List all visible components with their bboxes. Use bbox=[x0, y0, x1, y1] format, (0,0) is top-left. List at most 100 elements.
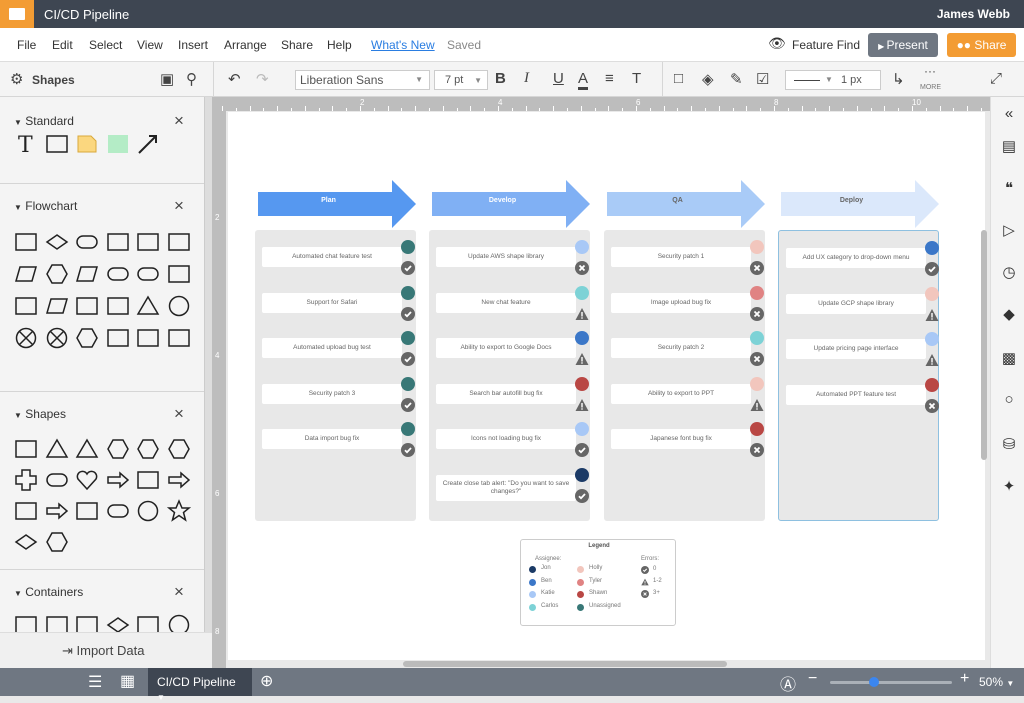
menu-select[interactable]: Select bbox=[89, 38, 122, 52]
shape-xcirc-icon[interactable] bbox=[45, 326, 69, 350]
more-icon[interactable]: ··· bbox=[924, 64, 936, 78]
shape-heart-icon[interactable] bbox=[75, 468, 99, 492]
shape-rect-icon[interactable] bbox=[14, 230, 38, 254]
folder-icon[interactable] bbox=[0, 0, 34, 28]
chat-icon[interactable]: ○ bbox=[1000, 391, 1018, 409]
task-card[interactable]: Update GCP shape library bbox=[786, 293, 926, 314]
underline-button[interactable]: U bbox=[553, 70, 564, 87]
grid-view-icon[interactable]: ▦ bbox=[120, 671, 135, 691]
line-color-icon[interactable]: ✎ bbox=[730, 70, 743, 88]
shape-rect-icon[interactable] bbox=[106, 230, 130, 254]
stage-column[interactable]: Automated chat feature test Support for S… bbox=[255, 230, 416, 521]
shape-tri-icon[interactable] bbox=[45, 437, 69, 461]
menu-share[interactable]: Share bbox=[281, 38, 313, 52]
task-card[interactable]: Data import bug fix bbox=[262, 429, 402, 449]
panel-scrollbar[interactable] bbox=[205, 97, 212, 668]
shape-note-icon[interactable] bbox=[75, 132, 99, 156]
task-card[interactable]: Update AWS shape library bbox=[436, 247, 576, 267]
shape-hex-icon[interactable] bbox=[75, 326, 99, 350]
magic-wand-icon[interactable]: ✦ bbox=[1000, 477, 1018, 495]
legend[interactable]: Legend Assignee: Errors: Jon Ben Katie Carl… bbox=[520, 539, 676, 626]
stage-column[interactable]: Add UX category to drop-down menu Update … bbox=[778, 230, 939, 521]
zoom-out-button[interactable]: − bbox=[808, 670, 817, 688]
text-color-button[interactable]: A bbox=[578, 70, 589, 90]
collapse-icon[interactable]: « bbox=[1000, 105, 1018, 123]
menu-edit[interactable]: Edit bbox=[52, 38, 73, 52]
menu-arrange[interactable]: Arrange bbox=[224, 38, 267, 52]
shape-para-icon[interactable] bbox=[14, 262, 38, 286]
shape-arrow-icon[interactable] bbox=[167, 468, 191, 492]
binoculars-icon[interactable]: 👁 bbox=[768, 35, 786, 52]
shape-circle-icon[interactable] bbox=[167, 294, 191, 318]
stage-column[interactable]: Security patch 1 Image upload bug fix Secu… bbox=[604, 230, 765, 521]
shape-rect-icon[interactable] bbox=[167, 326, 191, 350]
menu-view[interactable]: View bbox=[137, 38, 163, 52]
task-card[interactable]: Automated upload bug test bbox=[262, 338, 402, 358]
search-icon[interactable]: ⚲ bbox=[186, 70, 197, 88]
shape-rect-icon[interactable] bbox=[75, 499, 99, 523]
shape-rect-icon[interactable] bbox=[106, 294, 130, 318]
more-label[interactable]: MORE bbox=[920, 84, 941, 91]
shape-tri-icon[interactable] bbox=[75, 437, 99, 461]
shape-circle-icon[interactable] bbox=[136, 499, 160, 523]
add-page-icon[interactable]: ⊕ bbox=[260, 671, 273, 691]
zoom-slider-handle[interactable] bbox=[869, 677, 880, 687]
shape-plus-icon[interactable] bbox=[14, 468, 38, 492]
shape-tri-icon[interactable] bbox=[136, 294, 160, 318]
page-icon[interactable]: ▤ bbox=[1000, 137, 1018, 155]
document-title[interactable]: CI/CD Pipeline bbox=[44, 7, 129, 22]
shape-rect-icon[interactable] bbox=[136, 326, 160, 350]
bold-button[interactable]: B bbox=[495, 70, 506, 87]
image-icon[interactable]: ▣ bbox=[160, 70, 174, 88]
shape-rect-icon[interactable] bbox=[136, 230, 160, 254]
align-icon[interactable]: ≡ bbox=[605, 70, 614, 87]
shape-hex-icon[interactable] bbox=[167, 437, 191, 461]
layers-icon[interactable]: ◆ bbox=[1000, 305, 1018, 323]
shape-rect-icon[interactable] bbox=[14, 499, 38, 523]
task-card[interactable]: Support for Safari bbox=[262, 292, 402, 313]
close-section-icon[interactable]: × bbox=[174, 196, 184, 216]
task-card[interactable]: Automated chat feature test bbox=[262, 247, 402, 267]
task-card[interactable]: Update pricing page interface bbox=[786, 339, 926, 359]
font-family-select[interactable]: Liberation Sans ▼ bbox=[295, 70, 430, 90]
line-style-select[interactable]: ▼ 1 px bbox=[785, 70, 881, 90]
shape-star-icon[interactable] bbox=[166, 499, 191, 523]
task-card[interactable]: Icons not loading bug fix bbox=[436, 429, 576, 449]
feature-find-button[interactable]: Feature Find bbox=[792, 38, 860, 52]
whats-new-link[interactable]: What's New bbox=[371, 38, 435, 52]
stage-arrow-qa[interactable]: QA bbox=[605, 180, 765, 228]
zoom-in-button[interactable]: + bbox=[960, 670, 969, 688]
presentation-icon[interactable]: ▷ bbox=[1000, 221, 1018, 239]
horizontal-scrollbar[interactable] bbox=[403, 661, 727, 667]
shape-pill-icon[interactable] bbox=[106, 499, 130, 523]
zoom-level[interactable]: 50% ▼ bbox=[979, 675, 1014, 689]
stage-column[interactable]: Update AWS shape library New chat feature… bbox=[429, 230, 590, 521]
shape-para-icon[interactable] bbox=[75, 262, 99, 286]
task-card[interactable]: Search bar autofill bug fix bbox=[436, 383, 576, 404]
share-button[interactable]: ●● Share bbox=[947, 33, 1016, 57]
task-card[interactable]: Create close tab alert: "Do you want to … bbox=[436, 474, 576, 501]
close-section-icon[interactable]: × bbox=[174, 111, 184, 131]
user-name[interactable]: James Webb bbox=[937, 7, 1010, 21]
style-icon[interactable]: ☑ bbox=[756, 70, 769, 88]
connector-icon[interactable]: ↳ bbox=[892, 70, 905, 88]
shape-pill-icon[interactable] bbox=[136, 262, 160, 286]
task-card[interactable]: Security patch 3 bbox=[262, 383, 402, 404]
page-tab[interactable]: CI/CD Pipeline ▼ bbox=[148, 668, 252, 702]
menu-insert[interactable]: Insert bbox=[178, 38, 208, 52]
shape-pill-icon[interactable] bbox=[75, 230, 99, 254]
shape-para-icon[interactable] bbox=[45, 294, 69, 318]
fullscreen-icon[interactable]: ⤢ bbox=[990, 70, 1002, 87]
vertical-scrollbar[interactable] bbox=[981, 230, 987, 460]
shape-green-icon[interactable] bbox=[106, 132, 130, 156]
task-card[interactable]: Image upload bug fix bbox=[611, 292, 751, 313]
section-header-flowchart[interactable]: ▼ Flowchart bbox=[14, 199, 77, 213]
shape-arrow-icon[interactable] bbox=[106, 468, 130, 492]
history-icon[interactable]: ◷ bbox=[1000, 263, 1018, 281]
shape-xcirc-icon[interactable] bbox=[14, 326, 38, 350]
task-card[interactable]: Japanese font bug fix bbox=[611, 429, 751, 449]
task-card[interactable]: Security patch 2 bbox=[611, 338, 751, 358]
shape-pill-icon[interactable] bbox=[45, 468, 69, 492]
data-icon[interactable]: ▩ bbox=[1000, 349, 1018, 367]
shape-hex-icon[interactable] bbox=[45, 530, 69, 554]
